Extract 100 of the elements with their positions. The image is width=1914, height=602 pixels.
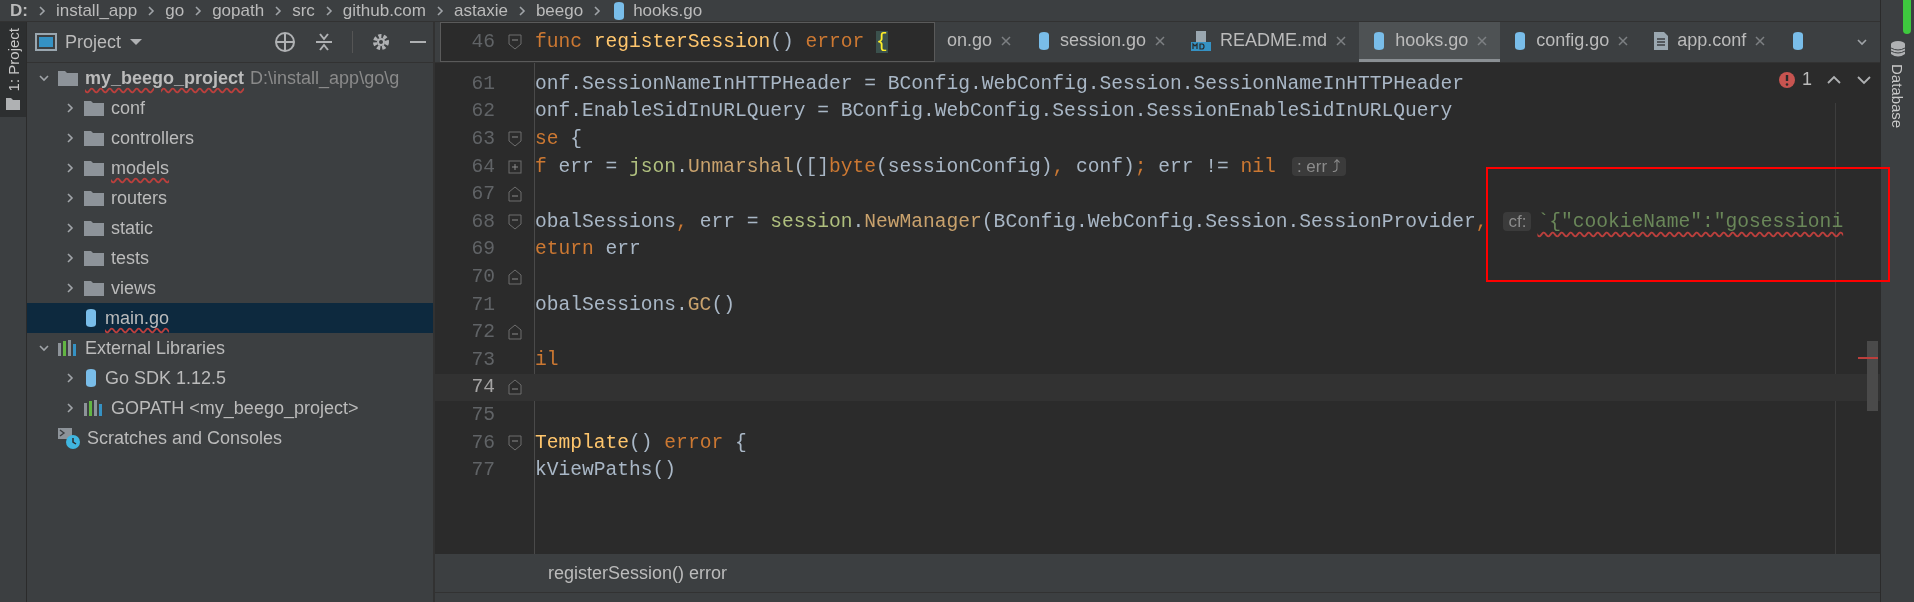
caret-icon[interactable] <box>129 37 144 47</box>
tree-row[interactable]: static <box>27 213 433 243</box>
folder-icon <box>83 279 105 297</box>
tree-row[interactable]: tests <box>27 243 433 273</box>
text-file-icon <box>1653 30 1670 51</box>
close-icon[interactable] <box>1754 34 1767 47</box>
fold-marker-icon[interactable] <box>508 434 522 451</box>
tree-row[interactable]: Scratches and Consoles <box>27 423 433 453</box>
breadcrumb[interactable]: beego <box>535 0 584 21</box>
folder-icon <box>83 249 105 267</box>
close-icon[interactable] <box>1617 34 1630 47</box>
indicator-bar <box>1903 0 1911 34</box>
close-icon[interactable] <box>1154 34 1167 47</box>
breadcrumb[interactable]: go <box>165 0 185 21</box>
line-number: 71 <box>470 293 495 316</box>
fold-marker-icon[interactable] <box>508 131 522 147</box>
breadcrumb[interactable]: astaxie <box>454 0 508 21</box>
line-number: 63 <box>470 128 495 150</box>
fold-marker-icon[interactable] <box>508 324 522 341</box>
tree-label: main.go <box>105 307 170 329</box>
crosshair-icon[interactable] <box>274 31 296 53</box>
panel-title[interactable]: Project <box>65 31 122 53</box>
chevron-icon[interactable] <box>64 282 76 294</box>
breadcrumb[interactable]: hooks.go <box>611 0 703 21</box>
tree-row[interactable]: GOPATH <my_beego_project> <box>27 393 433 423</box>
code-line: f err = json.Unmarshal([]byte(sessionConfig), conf); err != nil : err ⤴ <box>535 155 1352 178</box>
breadcrumb[interactable]: github.com <box>342 0 426 21</box>
collapse-icon[interactable] <box>314 32 334 52</box>
breadcrumb[interactable]: D: <box>10 0 28 21</box>
line-number: 61 <box>470 72 495 95</box>
chevron-icon[interactable] <box>64 192 76 204</box>
tool-window-tab[interactable]: 1: Project <box>0 22 26 118</box>
chevron-icon[interactable] <box>434 4 446 17</box>
line-number: 77 <box>470 459 495 482</box>
breadcrumb[interactable]: src <box>292 0 315 21</box>
folder-icon <box>83 189 105 207</box>
tab-list-icon[interactable] <box>1856 36 1868 48</box>
scrollbar-thumb[interactable] <box>1867 341 1878 411</box>
folder-icon <box>83 129 105 147</box>
chevron-icon[interactable] <box>64 402 76 414</box>
tool-window-tab[interactable]: Database <box>1889 64 1906 129</box>
fold-marker-icon[interactable] <box>508 186 522 203</box>
expand-fold-icon[interactable] <box>508 159 522 174</box>
chevron-icon[interactable] <box>38 72 50 84</box>
tree-row[interactable]: routers <box>27 183 433 213</box>
editor-tab[interactable]: session.go <box>1024 22 1179 62</box>
chevron-icon[interactable] <box>64 102 76 114</box>
path-hint: D:\install_app\go\g <box>250 67 400 89</box>
next-icon[interactable] <box>1856 73 1872 86</box>
chevron-icon[interactable] <box>64 222 76 234</box>
code-line: onf.SessionNameInHTTPHeader = BConfig.WebConfig.Session.SessionNameInHTTPHeader <box>535 72 1464 95</box>
signature-popup: registerSession() error <box>435 554 1880 592</box>
database-icon[interactable] <box>1889 40 1906 58</box>
folder-icon <box>5 97 21 112</box>
breadcrumb[interactable]: install_app <box>55 0 138 21</box>
folder-icon <box>83 219 105 237</box>
close-icon[interactable] <box>1000 34 1013 47</box>
tree-label: Scratches and Consoles <box>87 427 283 449</box>
go-file-icon <box>83 308 99 328</box>
editor-tab[interactable]: hooks.go <box>1359 22 1501 62</box>
editor-tab[interactable]: README.md <box>1178 22 1360 62</box>
tree-row[interactable]: main.go <box>27 303 433 333</box>
tree-row[interactable]: my_beego_project D:\install_app\go\g <box>27 63 433 93</box>
tree-row[interactable]: conf <box>27 93 433 123</box>
tree-row[interactable]: External Libraries <box>27 333 433 363</box>
fold-marker-icon[interactable] <box>508 34 522 50</box>
editor-tab[interactable]: app.conf <box>1641 22 1779 62</box>
tree-label: conf <box>111 97 146 119</box>
chevron-icon[interactable] <box>64 252 76 264</box>
line-number: 69 <box>470 238 495 261</box>
sticky-header: 46 func registerSession() error { <box>440 22 935 62</box>
tree-row[interactable]: models <box>27 153 433 183</box>
error-count[interactable]: 1 <box>1802 69 1812 90</box>
line-number: 76 <box>470 431 495 454</box>
line-number: 67 <box>470 183 495 206</box>
chevron-icon[interactable] <box>64 162 76 174</box>
tree-row[interactable]: Go SDK 1.12.5 <box>27 363 433 393</box>
chevron-icon[interactable] <box>64 372 76 384</box>
go-file-icon <box>83 368 99 388</box>
tree-label: controllers <box>111 127 195 149</box>
chevron-icon[interactable] <box>38 342 50 354</box>
tree-row[interactable]: controllers <box>27 123 433 153</box>
fold-marker-icon[interactable] <box>508 213 522 230</box>
breadcrumb[interactable]: gopath <box>212 0 265 21</box>
editor-tab[interactable]: config.go <box>1500 22 1642 62</box>
fold-marker-icon[interactable] <box>508 268 522 285</box>
code-line: obalSessions, err = session.NewManager(BConfig.WebConfig.Session.SessionProvider, cf: `{"cookieName":"gosessioni <box>535 210 1844 233</box>
close-icon[interactable] <box>1335 34 1348 47</box>
tree-label: routers <box>111 187 168 209</box>
line-number: 70 <box>470 265 495 288</box>
tree-label: Go SDK 1.12.5 <box>105 367 227 389</box>
line-number: 74 <box>470 376 495 399</box>
code-line: obalSessions.GC() <box>535 293 735 316</box>
chevron-icon[interactable] <box>64 132 76 144</box>
fold-marker-icon[interactable] <box>508 379 522 396</box>
editor-tab[interactable]: on.go <box>935 22 1025 62</box>
tree-row[interactable]: views <box>27 273 433 303</box>
error-icon[interactable] <box>1778 70 1796 89</box>
previous-icon[interactable] <box>1826 73 1842 86</box>
settings-icon[interactable] <box>371 32 391 52</box>
